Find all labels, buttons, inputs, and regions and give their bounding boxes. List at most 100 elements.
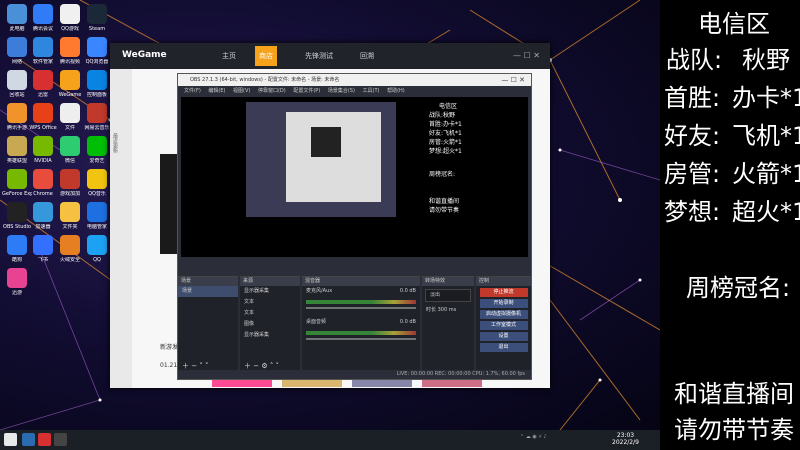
desktop-icon-label: 腾讯视频	[59, 59, 80, 65]
desktop-icon[interactable]: Chrome	[28, 169, 58, 197]
overlay-dream-value: 超火*1	[732, 198, 800, 226]
source-item[interactable]: 图像	[240, 319, 300, 330]
transition-select[interactable]: 淡出	[425, 289, 471, 302]
desktop-icon[interactable]: QQ	[82, 235, 112, 263]
desktop-icon[interactable]: 软件管家	[28, 37, 58, 65]
obs-title-text: OBS 27.1.3 (64-bit, windows) - 配置文件: 未命名…	[190, 77, 340, 83]
desktop-icon[interactable]: 加速器	[28, 202, 58, 230]
overlay-admin-label: 房管:	[664, 160, 721, 188]
desktop-icon[interactable]: 火绒安全	[55, 235, 85, 263]
overlay-team-label: 战队:	[666, 46, 723, 74]
stop-streaming-button[interactable]: 停止推流	[479, 288, 528, 297]
desktop-icon-label: QQ浏览器	[85, 59, 109, 65]
desktop-icon[interactable]: 控制面板	[82, 70, 112, 98]
app-icon	[87, 103, 107, 123]
desktop-icon[interactable]: 飞书	[28, 235, 58, 263]
obs-preview[interactable]: 电信区 战队:秋野 首胜:办卡*1 好友:飞机*1 房管:火箭*1 梦想:超火*…	[181, 97, 528, 257]
overlay-notice-line2: 请勿带节奏	[674, 416, 794, 444]
app-icon	[60, 169, 80, 189]
tab-replay[interactable]: 回溯	[360, 51, 374, 61]
desktop-icon[interactable]: WPS Office	[28, 103, 58, 131]
obs-window[interactable]: OBS 27.1.3 (64-bit, windows) - 配置文件: 未命名…	[177, 73, 532, 380]
app-icon	[60, 103, 80, 123]
clock[interactable]: 23:03 2022/2/9	[612, 432, 639, 446]
overlay-friend-value: 飞机*1	[732, 122, 800, 150]
tab-vanguard[interactable]: 先锋测试	[305, 51, 333, 61]
desktop-icon[interactable]: QQ游戏	[55, 4, 85, 32]
volume-slider[interactable]	[306, 338, 416, 340]
settings-button[interactable]: 设置	[479, 332, 528, 341]
controls-header: 控制	[476, 277, 531, 286]
app-icon	[33, 37, 53, 57]
exit-button[interactable]: 退出	[479, 343, 528, 352]
desktop-icon-label: 网易云音乐	[84, 125, 110, 131]
menu-edit[interactable]: 编辑(E)	[208, 88, 225, 94]
mixer-meter	[306, 300, 416, 304]
app-icon	[87, 235, 107, 255]
app-icon	[33, 202, 53, 222]
desktop-icon[interactable]: 爱奇艺	[82, 136, 112, 164]
source-item[interactable]: 文本	[240, 297, 300, 308]
desktop-icon[interactable]: 文件	[55, 103, 85, 131]
menu-help[interactable]: 帮助(H)	[387, 88, 405, 94]
desktop-icon[interactable]: 迅游	[2, 268, 32, 296]
desktop-icon[interactable]: QQ浏览器	[82, 37, 112, 65]
mixer-panel: 混音器 麦克风/Aux 0.0 dB 桌面音频 0.0 dB	[302, 276, 420, 377]
menu-docks[interactable]: 停靠窗口(D)	[258, 88, 286, 94]
app-icon	[60, 70, 80, 90]
obs-window-controls[interactable]: — ☐ ✕	[501, 74, 525, 86]
taskbar-app-icon[interactable]	[38, 433, 51, 446]
menu-scene-collection[interactable]: 场景集合(S)	[328, 88, 355, 94]
menu-profile[interactable]: 配置文件(P)	[293, 88, 320, 94]
desktop-icon-label: 电脑管家	[86, 224, 107, 230]
tab-store[interactable]: 商店	[255, 46, 277, 66]
start-recording-button[interactable]: 开始录制	[479, 299, 528, 308]
overlay-dream-label: 梦想:	[664, 198, 721, 226]
app-icon	[33, 70, 53, 90]
desktop-icon[interactable]: WeGame	[55, 70, 85, 98]
app-icon	[33, 136, 53, 156]
desktop-icon[interactable]: 游戏加加	[55, 169, 85, 197]
desktop-icon[interactable]: Steam	[82, 4, 112, 32]
clock-time: 23:03	[616, 432, 635, 439]
desktop-icon[interactable]: 网易云音乐	[82, 103, 112, 131]
menu-file[interactable]: 文件(F)	[184, 88, 201, 94]
desktop-icon[interactable]: 腾讯会议	[28, 4, 58, 32]
preview-desktop-capture	[246, 102, 396, 217]
desktop-icon[interactable]: 微信	[55, 136, 85, 164]
desktop-icon[interactable]: NVIDIA	[28, 136, 58, 164]
controls-panel: 控制 停止推流 开始录制 启动虚拟摄像机 工作室模式 设置 退出	[476, 276, 531, 377]
start-button-icon[interactable]	[4, 433, 17, 446]
desktop-icon[interactable]: 电脑管家	[82, 202, 112, 230]
app-icon	[7, 235, 27, 255]
source-item[interactable]: 显示器采集	[240, 330, 300, 341]
search-icon[interactable]	[22, 433, 35, 446]
desktop-icon[interactable]: 文件夹	[55, 202, 85, 230]
source-item[interactable]: 显示器采集	[240, 286, 300, 297]
source-item[interactable]: 文本	[240, 308, 300, 319]
desktop-icon-label: 微信	[64, 158, 75, 164]
transitions-panel: 转场特效 淡出 时长 300 ms	[422, 276, 474, 377]
desktop-icon[interactable]: 迅雷	[28, 70, 58, 98]
menu-view[interactable]: 视图(V)	[233, 88, 250, 94]
desktop-icon[interactable]: 腾讯视频	[55, 37, 85, 65]
tray-icons[interactable]: ⌃ ☁ ◉ ⚡ ♪	[520, 434, 547, 440]
wegame-sidebar: 最近更新	[110, 69, 132, 388]
tab-home[interactable]: 主页	[222, 51, 236, 61]
desktop-icon-label: 火绒安全	[59, 257, 80, 263]
studio-mode-button[interactable]: 工作室模式	[479, 321, 528, 330]
virtual-camera-button[interactable]: 启动虚拟摄像机	[479, 310, 528, 319]
window-controls[interactable]: — ☐ ✕	[513, 51, 540, 60]
transition-duration[interactable]: 时长 300 ms	[422, 305, 474, 316]
app-icon	[7, 136, 27, 156]
menu-tools[interactable]: 工具(T)	[363, 88, 380, 94]
preview-nested-preview	[311, 127, 341, 157]
volume-slider[interactable]	[306, 307, 416, 309]
app-icon	[7, 70, 27, 90]
obs-taskbar-icon[interactable]	[54, 433, 67, 446]
desktop-icon-label: 迅游	[11, 290, 22, 296]
desktop-icon[interactable]: QQ音乐	[82, 169, 112, 197]
scene-item[interactable]: 场景	[178, 286, 238, 297]
desktop-icon-label: 控制面板	[86, 92, 107, 98]
new-games-label: 新游发	[160, 344, 179, 351]
